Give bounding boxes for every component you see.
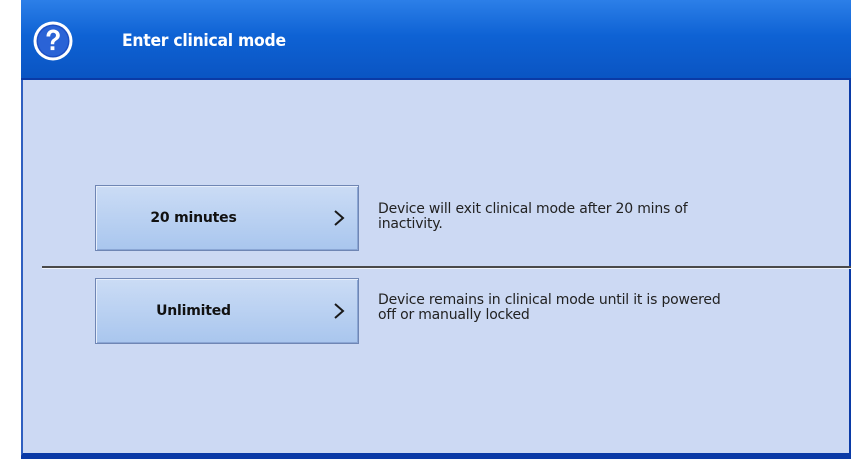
option-unlimited-description-line1: Device remains in clinical mode until it… xyxy=(378,292,721,308)
options-divider xyxy=(42,266,851,269)
option-20-minutes-label: 20 minutes xyxy=(150,210,237,226)
option-20-minutes-description: Device will exit clinical mode after 20 … xyxy=(378,202,798,232)
chevron-right-icon xyxy=(334,303,345,319)
dialog-titlebar: Enter clinical mode xyxy=(21,0,851,80)
option-20-minutes-button[interactable]: 20 minutes xyxy=(95,185,359,251)
option-unlimited-label: Unlimited xyxy=(156,303,231,319)
option-unlimited-button[interactable]: Unlimited xyxy=(95,278,359,344)
dialog-title: Enter clinical mode xyxy=(122,31,286,51)
clinical-mode-dialog: Enter clinical mode 20 minutes Device wi… xyxy=(21,0,851,459)
chevron-right-icon xyxy=(334,210,345,226)
option-unlimited-description-line2: off or manually locked xyxy=(378,307,530,323)
help-icon[interactable] xyxy=(32,20,74,62)
dialog-content: 20 minutes Device will exit clinical mod… xyxy=(21,80,851,456)
left-gutter xyxy=(0,0,21,459)
option-unlimited-description: Device remains in clinical mode until it… xyxy=(378,293,798,323)
option-20-minutes-description-line2: inactivity. xyxy=(378,216,443,232)
option-20-minutes-description-line1: Device will exit clinical mode after 20 … xyxy=(378,201,688,217)
